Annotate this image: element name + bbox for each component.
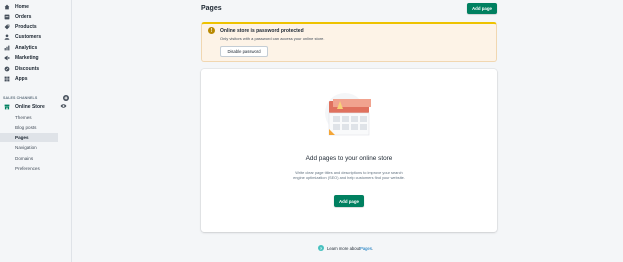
nav-label-apps: Apps [15,76,28,82]
sub-item-themes[interactable]: Themes [0,113,58,122]
add-page-button[interactable]: Add page [467,3,497,14]
empty-state-add-page-button[interactable]: Add page [334,195,364,207]
learn-more-prefix: Learn more about [327,245,361,251]
nav-item-analytics[interactable]: Analytics [0,43,72,53]
empty-state-card: Add pages to your online store Write cle… [201,69,497,232]
products-icon [4,24,10,30]
analytics-icon [4,45,10,51]
home-icon [4,4,10,10]
apps-icon [4,76,10,82]
sub-item-navigation[interactable]: Navigation [0,143,58,152]
password-protected-banner: ! Online store is password protected Onl… [201,22,497,62]
discounts-icon [4,66,10,72]
page-title: Pages [201,5,222,12]
warning-icon: ! [208,27,215,34]
nav-item-orders[interactable]: Orders [0,12,72,22]
learn-more-footer: ? Learn more about Pages. [318,245,373,251]
marketing-icon [4,55,10,61]
nav-item-products[interactable]: Products [0,22,72,32]
banner-text: Only visitors with a password can access… [220,36,325,41]
nav-item-customers[interactable]: Customers [0,32,72,42]
sales-channels-header: SALES CHANNELS [3,95,69,101]
view-store-eye-icon[interactable] [60,103,67,109]
banner-title: Online store is password protected [220,28,304,34]
learn-more-pages-link[interactable]: Pages [360,246,372,251]
nav-label-discounts: Discounts [15,66,40,72]
online-store-icon [4,104,10,110]
nav-label-analytics: Analytics [15,45,38,51]
disable-password-button[interactable]: Disable password [220,46,268,57]
customers-icon [4,34,10,40]
empty-state-description: Write clear page titles and descriptions… [293,170,405,180]
nav-label-home: Home [15,4,29,10]
sub-item-blog-posts[interactable]: Blog posts [0,123,58,132]
nav-label-customers: Customers [15,34,42,40]
sidebar: Home Orders Products Customers Analytics… [0,0,72,262]
help-icon: ? [318,245,324,251]
nav-item-apps[interactable]: Apps [0,74,72,84]
sub-item-pages[interactable]: Pages [0,133,58,142]
nav-label-marketing: Marketing [15,55,39,61]
nav-label-online-store: Online Store [15,104,45,110]
learn-more-suffix: . [371,245,374,251]
nav-item-marketing[interactable]: Marketing [0,53,72,63]
orders-icon [4,14,10,20]
nav-label-products: Products [15,24,37,30]
sub-item-domains[interactable]: Domains [0,154,58,163]
sales-channels-heading: SALES CHANNELS [3,96,38,100]
add-sales-channel-icon[interactable] [63,95,69,101]
pages-illustration-icon [325,93,371,136]
sub-item-preferences[interactable]: Preferences [0,164,58,173]
empty-state-heading: Add pages to your online store [305,155,393,162]
nav-item-discounts[interactable]: Discounts [0,64,72,74]
nav-item-home[interactable]: Home [0,2,72,12]
nav-label-orders: Orders [15,14,32,20]
